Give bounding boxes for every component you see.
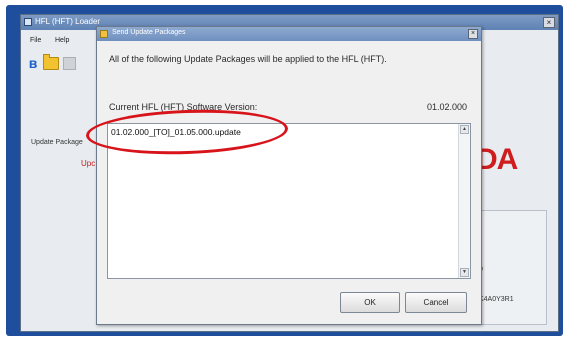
dialog-title: Send Update Packages [112, 29, 186, 36]
software-version-value: 01.02.000 [426, 102, 467, 112]
main-close-button[interactable]: × [543, 17, 555, 28]
software-version-label: Current HFL (HFT) Software Version: [109, 102, 258, 112]
app-icon [24, 18, 32, 26]
brand-logo: DA [476, 143, 518, 176]
dialog-title-bar[interactable]: Send Update Packages × [97, 27, 481, 41]
scroll-down-icon[interactable]: ▼ [460, 268, 469, 277]
serial-number-text: K4A0Y3R1 [479, 296, 514, 303]
disabled-tool-icon [63, 57, 76, 70]
list-scrollbar[interactable]: ▲ ▼ [458, 124, 470, 278]
update-package-list[interactable]: 01.02.000_[TO]_01.05.000.update ▲ ▼ [107, 123, 471, 279]
send-update-dialog: Send Update Packages × All of the follow… [96, 26, 482, 325]
update-package-label: Update Package [31, 139, 83, 146]
list-item[interactable]: 01.02.000_[TO]_01.05.000.update [111, 127, 241, 137]
photo-stage: HFL (HFT) Loader × File Help ʙ Update Pa… [0, 0, 569, 341]
dialog-close-button[interactable]: × [468, 29, 478, 39]
menu-help[interactable]: Help [55, 37, 69, 44]
ok-button[interactable]: OK [340, 292, 400, 313]
update-status-text: Upc [81, 159, 96, 168]
dialog-message: All of the following Update Packages wil… [109, 54, 387, 64]
open-folder-icon[interactable] [43, 54, 59, 70]
menu-file[interactable]: File [30, 37, 41, 44]
bluetooth-icon[interactable]: ʙ [26, 55, 40, 71]
scroll-up-icon[interactable]: ▲ [460, 125, 469, 134]
cancel-button[interactable]: Cancel [405, 292, 467, 313]
main-window-title: HFL (HFT) Loader [35, 17, 101, 26]
dialog-app-icon [100, 30, 108, 38]
